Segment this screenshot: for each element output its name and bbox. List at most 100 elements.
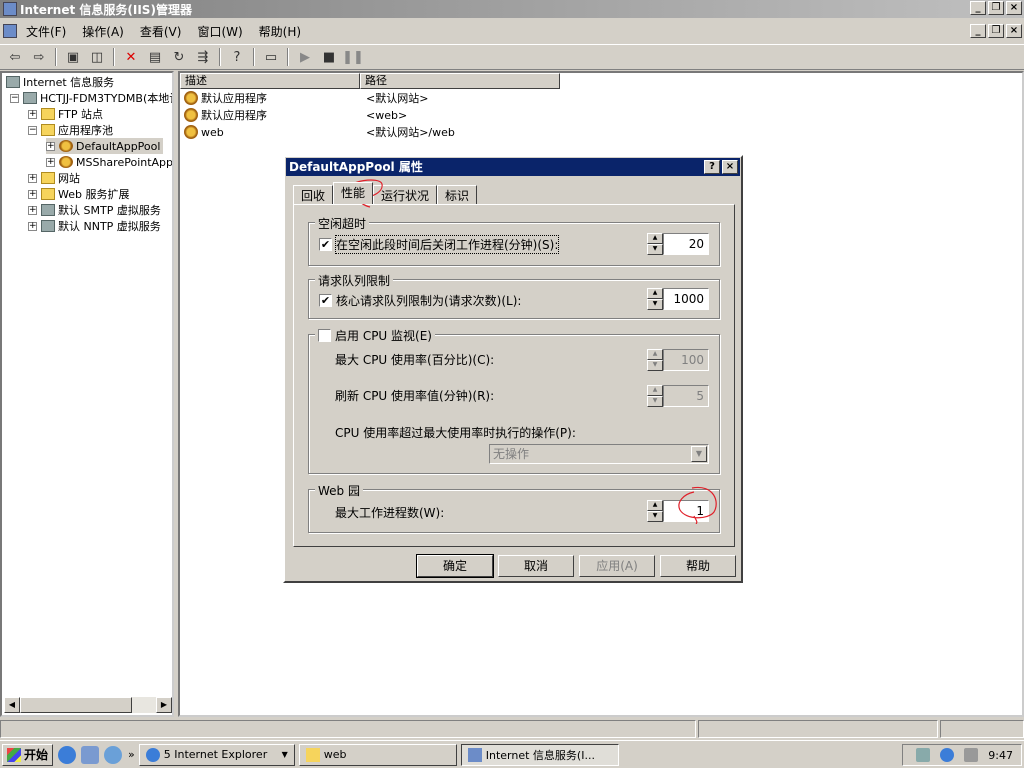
explorer-quicklaunch-icon[interactable] bbox=[81, 745, 100, 764]
column-header-description[interactable]: 描述 bbox=[180, 73, 360, 89]
expand-icon[interactable]: + bbox=[28, 205, 37, 215]
close-button[interactable]: × bbox=[1006, 1, 1022, 15]
refresh-cpu-input[interactable]: 5 bbox=[663, 385, 709, 407]
properties-icon[interactable]: ▤ bbox=[144, 47, 166, 67]
messenger-quicklaunch-icon[interactable] bbox=[104, 745, 123, 764]
menu-window[interactable]: 窗口(W) bbox=[191, 21, 248, 42]
max-cpu-input[interactable]: 100 bbox=[663, 349, 709, 371]
export-list-icon[interactable]: ⇶ bbox=[192, 47, 214, 67]
expand-icon[interactable]: + bbox=[46, 141, 55, 151]
menu-file[interactable]: 文件(F) bbox=[20, 21, 72, 42]
max-worker-processes-input[interactable]: 1 bbox=[663, 500, 709, 522]
list-item[interactable]: 默认应用程序 <web> bbox=[184, 107, 407, 123]
list-item[interactable]: web <默认网站>/web bbox=[184, 124, 455, 140]
scroll-left-icon[interactable]: ◀ bbox=[4, 697, 20, 713]
forward-arrow-icon[interactable]: ⇨ bbox=[28, 47, 50, 67]
main-window-titlebar[interactable]: Internet 信息服务(IIS)管理器 _ ❐ × bbox=[0, 0, 1024, 18]
spin-buttons[interactable]: ▲ ▼ bbox=[647, 288, 663, 310]
cpu-action-select[interactable]: 无操作 ▼ bbox=[489, 444, 709, 464]
idle-timeout-checkbox[interactable]: ✔ bbox=[319, 238, 332, 251]
tree-server[interactable]: − HCTJJ-FDM3TYDMB(本地计 bbox=[10, 90, 172, 106]
minimize-button[interactable]: _ bbox=[970, 1, 986, 15]
refresh-icon[interactable]: ↻ bbox=[168, 47, 190, 67]
help-button[interactable]: 帮助 bbox=[660, 555, 736, 577]
menu-action[interactable]: 操作(A) bbox=[76, 21, 130, 42]
ie-quicklaunch-icon[interactable] bbox=[58, 745, 77, 764]
stop-icon[interactable]: ■ bbox=[318, 47, 340, 67]
start-button[interactable]: 开始 bbox=[2, 743, 54, 766]
taskbar-web-folder[interactable]: web bbox=[298, 743, 457, 766]
tab-performance[interactable]: 性能 bbox=[333, 182, 374, 204]
request-queue-row[interactable]: ✔ 核心请求队列限制为(请求次数)(L): bbox=[319, 292, 521, 309]
show-tree-icon[interactable]: ◫ bbox=[86, 47, 108, 67]
spin-buttons[interactable]: ▲ ▼ bbox=[647, 385, 663, 407]
pause-icon[interactable]: ❚❚ bbox=[342, 47, 364, 67]
scroll-right-icon[interactable]: ▶ bbox=[156, 697, 172, 713]
spin-buttons[interactable]: ▲ ▼ bbox=[647, 349, 663, 371]
play-icon[interactable]: ▶ bbox=[294, 47, 316, 67]
restore-button[interactable]: ❐ bbox=[988, 1, 1004, 15]
apply-button[interactable]: 应用(A) bbox=[579, 555, 655, 577]
expand-icon[interactable]: + bbox=[28, 173, 37, 183]
expand-icon[interactable]: + bbox=[28, 189, 37, 199]
column-header-path[interactable]: 路径 bbox=[360, 73, 560, 89]
tab-recycling[interactable]: 回收 bbox=[293, 185, 334, 204]
idle-timeout-input[interactable]: 20 bbox=[663, 233, 709, 255]
spin-buttons[interactable]: ▲ ▼ bbox=[647, 500, 663, 522]
tree-item-nntp[interactable]: + 默认 NNTP 虚拟服务 bbox=[28, 218, 161, 234]
request-queue-checkbox[interactable]: ✔ bbox=[319, 294, 332, 307]
scroll-thumb[interactable] bbox=[20, 697, 132, 713]
expand-icon[interactable]: + bbox=[28, 109, 37, 119]
expand-icon[interactable]: + bbox=[28, 221, 37, 231]
collapse-icon[interactable]: − bbox=[10, 93, 19, 103]
taskbar-iis-manager[interactable]: Internet 信息服务(I... bbox=[460, 743, 619, 766]
spin-buttons[interactable]: ▲ ▼ bbox=[647, 233, 663, 255]
document-icon[interactable] bbox=[3, 24, 17, 38]
menu-help[interactable]: 帮助(H) bbox=[253, 21, 307, 42]
ok-button[interactable]: 确定 bbox=[416, 554, 494, 578]
dialog-titlebar[interactable]: DefaultAppPool 属性 ? × bbox=[286, 158, 740, 176]
collapse-icon[interactable]: − bbox=[28, 125, 37, 135]
tree-item-web-extensions[interactable]: + Web 服务扩展 bbox=[28, 186, 129, 202]
cpu-monitoring-legend[interactable]: 启用 CPU 监视(E) bbox=[315, 327, 435, 344]
doc-close-button[interactable]: × bbox=[1006, 24, 1022, 38]
max-cpu-stepper[interactable]: ▲ ▼ 100 bbox=[647, 349, 709, 371]
taskbar-ie-group[interactable]: 5 Internet Explorer ▼ bbox=[138, 743, 295, 766]
idle-timeout-row[interactable]: ✔ 在空闲此段时间后关闭工作进程(分钟)(S): bbox=[319, 235, 560, 254]
display-tray-icon[interactable] bbox=[964, 748, 979, 762]
menu-view[interactable]: 查看(V) bbox=[134, 21, 188, 42]
chevron-down-icon[interactable]: ▼ bbox=[691, 446, 707, 462]
max-worker-processes-stepper[interactable]: ▲ ▼ 1 bbox=[647, 500, 709, 522]
delete-icon[interactable]: ✕ bbox=[120, 47, 142, 67]
idle-timeout-stepper[interactable]: ▲ ▼ 20 bbox=[647, 233, 709, 255]
tree-root[interactable]: Internet 信息服务 bbox=[6, 74, 114, 90]
request-queue-stepper[interactable]: ▲ ▼ 1000 bbox=[647, 288, 709, 310]
tab-health[interactable]: 运行状况 bbox=[373, 185, 438, 204]
tree-item-default-app-pool[interactable]: + DefaultAppPool bbox=[46, 138, 164, 154]
tree-item-websites[interactable]: + 网站 bbox=[28, 170, 80, 186]
dialog-help-button[interactable]: ? bbox=[704, 160, 720, 174]
doc-minimize-button[interactable]: _ bbox=[970, 24, 986, 38]
dialog-close-button[interactable]: × bbox=[722, 160, 738, 174]
doc-restore-button[interactable]: ❐ bbox=[988, 24, 1004, 38]
tab-identity[interactable]: 标识 bbox=[437, 185, 478, 204]
tree-item-smtp[interactable]: + 默认 SMTP 虚拟服务 bbox=[28, 202, 161, 218]
tree-pane[interactable]: Internet 信息服务 − HCTJJ-FDM3TYDMB(本地计 + FT… bbox=[0, 71, 174, 717]
tree-item-app-pools[interactable]: − 应用程序池 bbox=[28, 122, 113, 138]
help-tray-icon[interactable] bbox=[940, 748, 955, 762]
cpu-monitoring-checkbox[interactable] bbox=[318, 329, 331, 342]
tree-horizontal-scrollbar[interactable]: ◀ ▶ bbox=[4, 697, 172, 713]
refresh-cpu-stepper[interactable]: ▲ ▼ 5 bbox=[647, 385, 709, 407]
tree-item-sharepoint-app-pool[interactable]: + MSSharePointApp bbox=[46, 154, 172, 170]
up-folder-icon[interactable]: ▣ bbox=[62, 47, 84, 67]
cancel-button[interactable]: 取消 bbox=[498, 555, 574, 577]
help-icon[interactable]: ? bbox=[226, 47, 248, 67]
computer-icon[interactable]: ▭ bbox=[260, 47, 282, 67]
network-tray-icon[interactable] bbox=[916, 748, 931, 762]
back-arrow-icon[interactable]: ⇦ bbox=[4, 47, 26, 67]
quicklaunch-more-icon[interactable]: » bbox=[128, 748, 135, 761]
expand-icon[interactable]: + bbox=[46, 157, 55, 167]
clock[interactable]: 9:47 bbox=[988, 749, 1013, 762]
request-queue-input[interactable]: 1000 bbox=[663, 288, 709, 310]
tree-item-ftp[interactable]: + FTP 站点 bbox=[28, 106, 103, 122]
